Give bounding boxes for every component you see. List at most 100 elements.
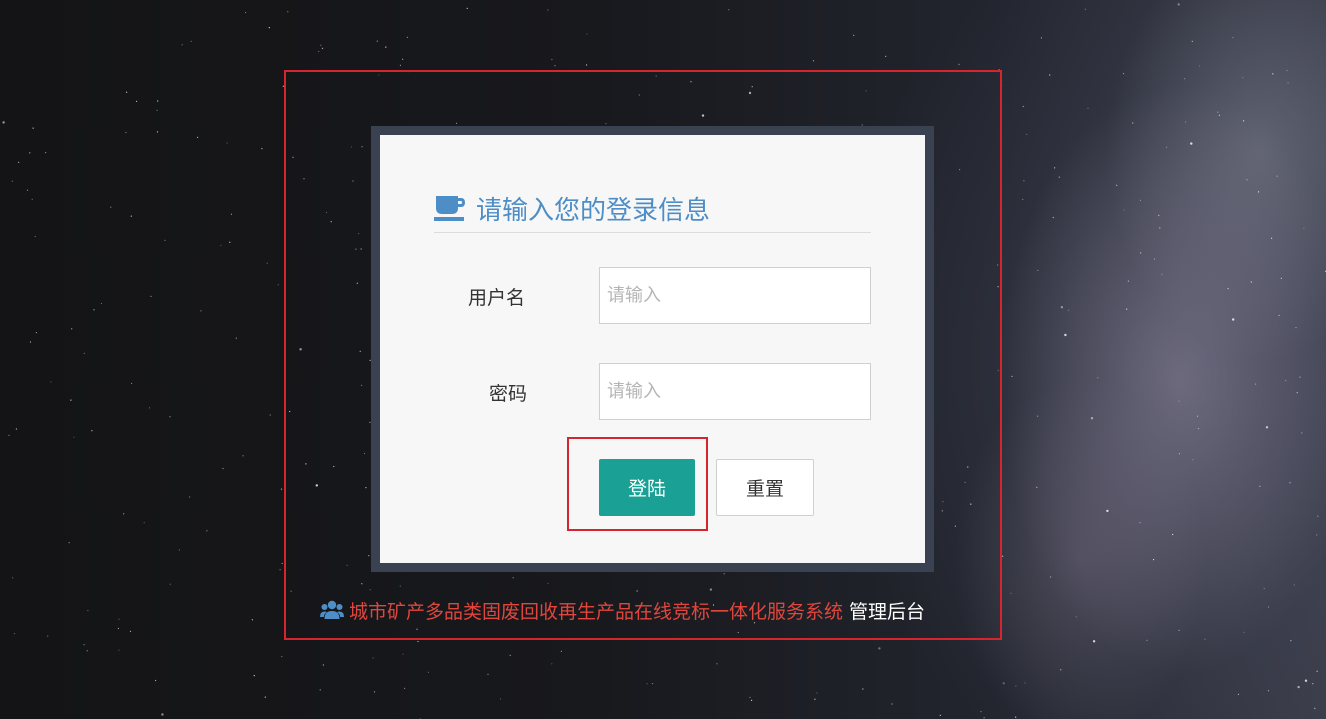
star bbox=[156, 109, 158, 111]
star bbox=[1198, 65, 1201, 67]
star bbox=[1316, 534, 1318, 536]
star bbox=[321, 47, 324, 49]
star bbox=[253, 675, 255, 677]
star bbox=[269, 414, 271, 416]
star bbox=[281, 562, 283, 565]
star bbox=[1191, 40, 1193, 42]
star bbox=[226, 142, 228, 144]
star bbox=[32, 127, 34, 129]
star bbox=[164, 239, 166, 241]
star bbox=[399, 64, 401, 66]
star bbox=[958, 63, 960, 65]
star bbox=[1184, 78, 1186, 80]
star bbox=[143, 522, 145, 524]
username-input[interactable] bbox=[599, 267, 871, 324]
star bbox=[1242, 77, 1244, 79]
star bbox=[29, 341, 32, 343]
star bbox=[130, 215, 132, 217]
star bbox=[190, 40, 192, 43]
star bbox=[18, 161, 20, 163]
star bbox=[1178, 453, 1180, 455]
star bbox=[1243, 631, 1245, 633]
star bbox=[1304, 679, 1308, 682]
star bbox=[1092, 640, 1096, 643]
star bbox=[878, 647, 881, 650]
star bbox=[83, 352, 85, 354]
login-card: 请输入您的登录信息 用户名 密码 登陆 重置 bbox=[380, 135, 925, 563]
star bbox=[1178, 400, 1180, 402]
star bbox=[1280, 277, 1282, 279]
star bbox=[1024, 682, 1026, 684]
star bbox=[73, 436, 75, 438]
password-input[interactable] bbox=[599, 363, 871, 420]
star bbox=[1172, 533, 1174, 536]
star bbox=[1097, 377, 1099, 379]
star bbox=[1122, 73, 1125, 75]
star bbox=[1146, 639, 1148, 641]
star bbox=[1049, 74, 1051, 76]
card-title-text: 请输入您的登录信息 bbox=[476, 195, 711, 226]
star bbox=[118, 649, 120, 651]
star bbox=[1296, 392, 1298, 394]
star bbox=[68, 542, 70, 544]
star bbox=[1127, 280, 1129, 282]
star bbox=[161, 713, 164, 716]
star bbox=[287, 11, 289, 13]
star bbox=[1158, 214, 1160, 217]
star bbox=[1132, 122, 1134, 124]
star bbox=[1037, 269, 1039, 271]
star bbox=[1161, 273, 1163, 275]
reset-button[interactable]: 重置 bbox=[716, 459, 814, 516]
star bbox=[1177, 3, 1180, 6]
star bbox=[1090, 417, 1094, 420]
star bbox=[1084, 8, 1086, 10]
star bbox=[1185, 121, 1187, 123]
star bbox=[1050, 576, 1052, 578]
star bbox=[268, 27, 270, 29]
admin-suffix: 管理后台 bbox=[849, 600, 926, 623]
star bbox=[2, 121, 5, 124]
star bbox=[1265, 426, 1269, 429]
login-button[interactable]: 登陆 bbox=[599, 459, 695, 516]
star bbox=[1258, 191, 1260, 193]
star bbox=[1037, 415, 1039, 417]
star bbox=[1192, 459, 1194, 461]
star bbox=[222, 467, 224, 470]
star bbox=[1159, 227, 1161, 229]
star bbox=[1022, 198, 1024, 200]
star bbox=[402, 653, 404, 655]
star bbox=[148, 407, 151, 409]
star bbox=[1259, 485, 1261, 487]
star bbox=[1190, 142, 1193, 145]
star bbox=[385, 46, 387, 48]
star bbox=[1263, 587, 1265, 590]
password-label: 密码 bbox=[489, 383, 528, 405]
star bbox=[551, 58, 553, 61]
star bbox=[197, 136, 199, 138]
coffee-icon bbox=[434, 196, 465, 221]
star bbox=[891, 703, 893, 705]
star bbox=[372, 657, 374, 659]
star bbox=[277, 284, 279, 286]
star bbox=[509, 654, 511, 656]
star bbox=[156, 131, 159, 133]
star bbox=[551, 663, 553, 665]
star bbox=[1217, 111, 1219, 113]
star bbox=[1022, 105, 1024, 108]
star bbox=[1297, 685, 1300, 689]
star bbox=[242, 455, 244, 457]
star bbox=[100, 302, 102, 305]
star bbox=[245, 11, 247, 14]
star bbox=[155, 679, 157, 682]
star bbox=[229, 241, 231, 243]
star bbox=[1285, 379, 1287, 382]
star bbox=[554, 65, 556, 67]
star bbox=[1271, 237, 1273, 239]
star bbox=[1116, 184, 1118, 186]
star bbox=[814, 698, 816, 700]
star bbox=[83, 644, 85, 646]
star bbox=[1010, 592, 1012, 594]
star bbox=[1218, 114, 1220, 116]
star bbox=[1036, 486, 1038, 488]
star bbox=[1140, 252, 1142, 254]
